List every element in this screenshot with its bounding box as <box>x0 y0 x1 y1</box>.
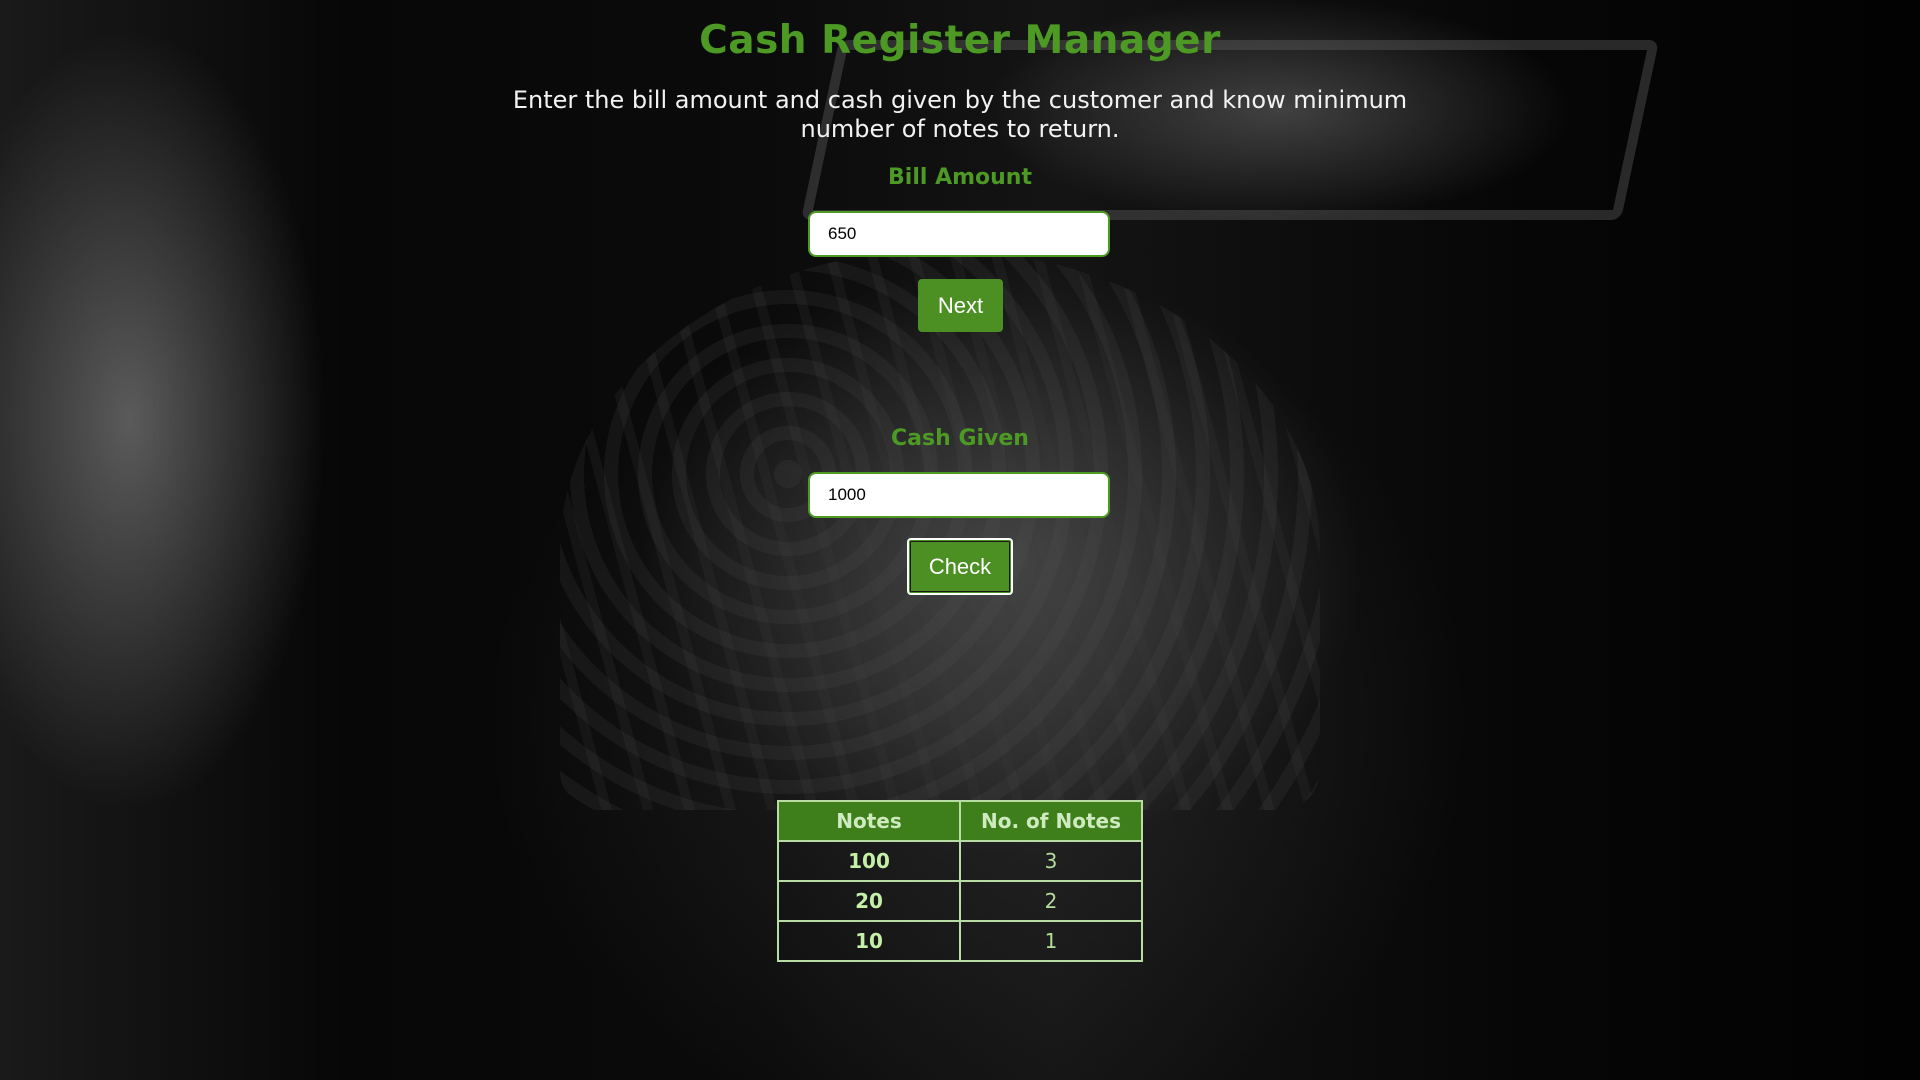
bill-amount-input[interactable]: 650 <box>808 211 1110 257</box>
note-value: 20 <box>777 880 961 922</box>
table-row: 20 2 <box>777 880 1143 922</box>
note-count: 1 <box>959 920 1143 962</box>
page-description: Enter the bill amount and cash given by … <box>512 86 1408 143</box>
cash-given-input[interactable]: 1000 <box>808 472 1110 518</box>
count-column-header: No. of Notes <box>959 800 1143 842</box>
notes-column-header: Notes <box>777 800 961 842</box>
next-button[interactable]: Next <box>918 279 1003 332</box>
note-value: 10 <box>777 920 961 962</box>
check-button[interactable]: Check <box>907 538 1013 595</box>
table-row: 10 1 <box>777 920 1143 962</box>
table-header-row: Notes No. of Notes <box>777 800 1143 842</box>
main-content: Cash Register Manager Enter the bill amo… <box>0 0 1920 1080</box>
change-notes-table: Notes No. of Notes 100 3 20 2 10 1 <box>777 800 1143 962</box>
note-count: 3 <box>959 840 1143 882</box>
note-value: 100 <box>777 840 961 882</box>
page-title: Cash Register Manager <box>699 18 1221 63</box>
table-row: 100 3 <box>777 840 1143 882</box>
bill-amount-label: Bill Amount <box>888 165 1032 190</box>
note-count: 2 <box>959 880 1143 922</box>
cash-given-label: Cash Given <box>891 426 1029 451</box>
